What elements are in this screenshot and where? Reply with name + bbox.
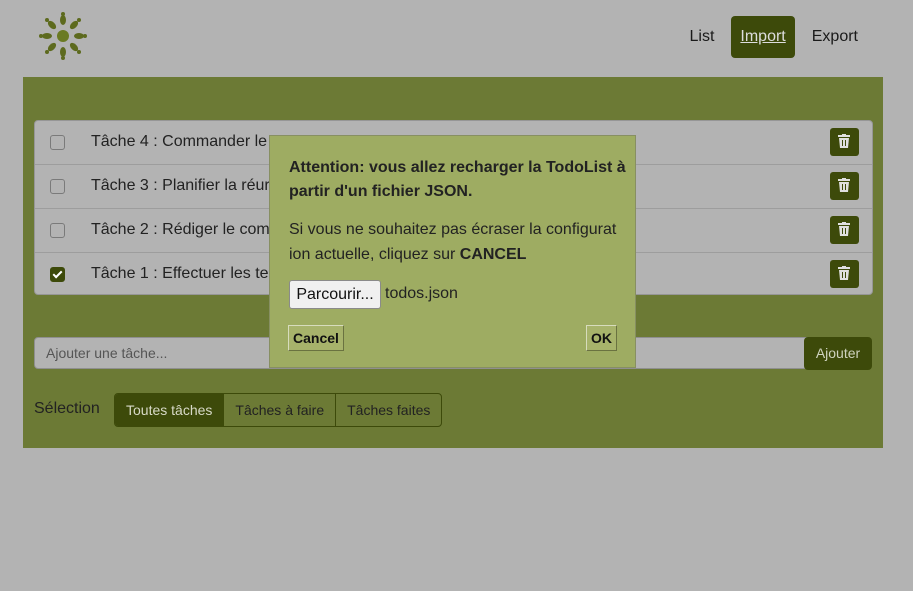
trash-icon [838,134,850,148]
trash-icon [838,222,850,236]
selection-label: Sélection [34,400,100,417]
filter-all[interactable]: Toutes tâches [115,394,225,426]
task-label: Tâche 2 : Rédiger le com [91,221,270,238]
nav-list[interactable]: List [681,16,724,58]
dialog-message-bold: CANCEL [459,246,527,263]
selected-filename: todos.json [385,285,458,302]
dialog-title: Attention: vous allez recharger la TodoL… [289,159,626,200]
nav-export[interactable]: Export [803,16,867,58]
delete-task-button[interactable] [830,172,859,200]
cancel-button[interactable]: Cancel [288,325,344,351]
trash-icon [838,178,850,192]
task-checkbox[interactable] [50,179,65,194]
top-nav: List Import Export [681,16,868,58]
sun-logo-icon [38,12,88,60]
add-task-button[interactable]: Ajouter [804,337,872,370]
filter-group: Toutes tâches Tâches à faire Tâches fait… [114,393,443,427]
dialog-text: Si vous ne souhaitez pas écraser la conf… [289,217,619,267]
nav-import[interactable]: Import [731,16,795,58]
import-dialog: Attention: vous allez recharger la TodoL… [269,135,636,368]
task-label: Tâche 1 : Effectuer les te [91,265,269,282]
filter-todo[interactable]: Tâches à faire [224,394,337,426]
trash-icon [838,266,850,280]
dialog-message: Si vous ne souhaitez pas écraser la conf… [289,221,617,263]
task-checkbox[interactable] [50,223,65,238]
ok-button[interactable]: OK [586,325,617,351]
filter-done[interactable]: Tâches faites [336,394,441,426]
task-label: Tâche 4 : Commander le [91,133,268,150]
task-label: Tâche 3 : Planifier la réur [91,177,270,194]
task-checkbox-checked[interactable] [50,267,65,282]
task-checkbox[interactable] [50,135,65,150]
delete-task-button[interactable] [830,216,859,244]
delete-task-button[interactable] [830,128,859,156]
browse-file-button[interactable]: Parcourir... [289,280,381,309]
delete-task-button[interactable] [830,260,859,288]
